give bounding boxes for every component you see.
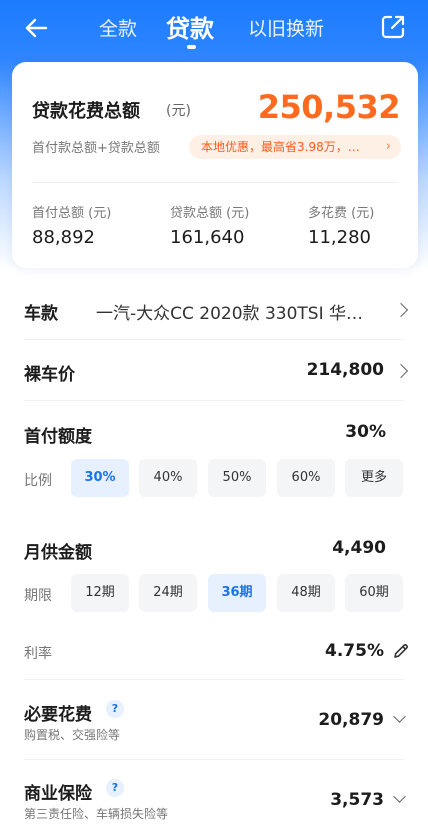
chevron-down-icon[interactable]	[393, 790, 406, 803]
card-divider	[32, 182, 398, 183]
required-fees-value[interactable]: 20,879	[318, 710, 384, 730]
term-label: 期限	[24, 588, 52, 604]
stat-value: 88,892	[32, 227, 95, 248]
tab-loan[interactable]: 贷款	[166, 9, 214, 44]
commercial-insurance-note: 第三责任险、车辆损失险等	[24, 807, 169, 821]
monthly-payment-value: 4,490	[332, 538, 386, 558]
share-icon[interactable]	[378, 12, 408, 42]
summary-title: 贷款花费总额	[32, 101, 140, 122]
commercial-insurance-value[interactable]: 3,573	[330, 790, 384, 810]
term-option-12[interactable]: 12期	[71, 574, 129, 612]
chevron-right-icon[interactable]	[393, 363, 409, 379]
row-divider	[24, 679, 404, 680]
required-fees-note: 购置税、交强险等	[24, 728, 121, 742]
ratio-option-40[interactable]: 40%	[139, 459, 197, 497]
chevron-down-icon[interactable]	[393, 710, 406, 723]
chevron-right-icon[interactable]	[393, 302, 409, 318]
summary-card: 贷款花费总额 (元) 250,532 首付款总额+贷款总额 本地优惠，最高省3.…	[12, 62, 418, 268]
help-icon[interactable]: ?	[106, 700, 124, 718]
summary-total: 250,532	[257, 88, 401, 126]
stat-loan-total: 贷款总额 (元) 161,640	[170, 202, 249, 248]
down-payment-value: 30%	[345, 422, 386, 442]
ratio-option-60[interactable]: 60%	[277, 459, 335, 497]
chevron-right-icon: ›	[385, 139, 391, 154]
interest-rate-value[interactable]: 4.75%	[325, 641, 384, 661]
ratio-option-30[interactable]: 30%	[71, 459, 129, 497]
back-arrow-icon[interactable]	[20, 12, 52, 44]
stat-extra-cost: 多花费 (元) 11,280	[308, 202, 374, 248]
car-model-value[interactable]: 一汽-大众CC 2020款 330TSI 华…	[96, 299, 380, 324]
help-icon[interactable]: ?	[106, 779, 124, 797]
stat-value: 11,280	[308, 227, 371, 248]
bare-price-value[interactable]: 214,800	[307, 360, 384, 380]
required-fees-label: 必要花费	[24, 705, 92, 725]
active-tab-indicator	[187, 45, 196, 49]
interest-rate-label: 利率	[24, 646, 52, 662]
row-divider	[24, 339, 404, 340]
tab-full-payment[interactable]: 全款	[99, 14, 137, 41]
edit-pencil-icon[interactable]	[392, 642, 410, 660]
stat-label: 贷款总额 (元)	[170, 206, 250, 221]
tab-trade-in[interactable]: 以旧换新	[248, 14, 324, 41]
summary-title-unit: (元)	[166, 103, 191, 119]
row-divider	[24, 400, 404, 401]
car-model-label: 车款	[24, 304, 58, 324]
ratio-option-more[interactable]: 更多	[345, 459, 403, 497]
stat-down-payment: 首付总额 (元) 88,892	[32, 202, 111, 248]
stat-label: 首付总额 (元)	[32, 206, 112, 221]
row-divider	[24, 759, 404, 760]
term-option-48[interactable]: 48期	[277, 574, 335, 612]
ratio-label: 比例	[24, 473, 52, 489]
top-navigation: 全款 贷款 以旧换新	[0, 0, 428, 56]
stat-label: 多花费 (元)	[308, 206, 375, 221]
ratio-option-50[interactable]: 50%	[208, 459, 266, 497]
stat-value: 161,640	[170, 227, 245, 248]
monthly-payment-label: 月供金额	[24, 543, 92, 563]
summary-subtitle: 首付款总额+贷款总额	[32, 141, 160, 156]
local-promo-badge[interactable]: 本地优惠，最高省3.98万，… ›	[189, 135, 401, 159]
down-payment-label: 首付额度	[24, 427, 92, 447]
term-option-60[interactable]: 60期	[345, 574, 403, 612]
term-option-24[interactable]: 24期	[139, 574, 197, 612]
commercial-insurance-label: 商业保险	[24, 784, 92, 804]
term-option-36[interactable]: 36期	[208, 574, 266, 612]
promo-text: 本地优惠，最高省3.98万，…	[201, 140, 360, 154]
bare-price-label: 裸车价	[24, 365, 75, 385]
